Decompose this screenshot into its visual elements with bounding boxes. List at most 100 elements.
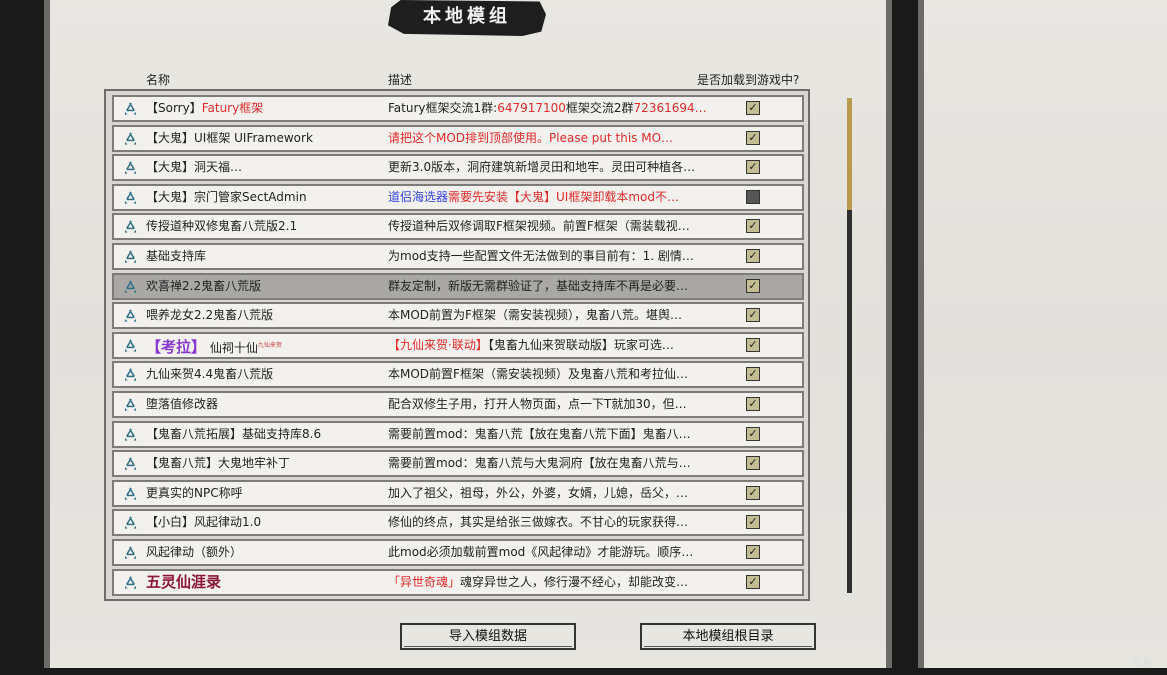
recycle-icon (123, 575, 138, 591)
mod-description: 请把这个MOD排到顶部使用。Please put this MO… (388, 127, 716, 150)
load-checkbox[interactable] (746, 189, 760, 204)
mod-row[interactable]: 【大鬼】宗门管家SectAdmin 道侣海选器需要先安装【大鬼】UI框架卸载本mo… (112, 183, 804, 211)
text-segment: 更真实的NPC称呼 (146, 485, 243, 500)
text-segment: 【Sorry】 (146, 101, 202, 115)
mod-description: 传授道种后双修调取F框架视频。前置F框架（需装载视… (388, 215, 716, 238)
mod-description: 修仙的终点，其实是给张三做嫁衣。不甘心的玩家获得… (388, 511, 716, 534)
mod-row[interactable]: 风起律动（额外） 此mod必须加载前置mod《风起律动》才能游玩。顺序… ✓ (112, 539, 804, 566)
checkmark-icon: ✓ (748, 574, 758, 588)
load-checkbox[interactable]: ✓ (746, 397, 760, 411)
text-segment: 需要先安装【大鬼】UI框架卸载本mod不… (448, 189, 679, 204)
mod-row[interactable]: 九仙来贺4.4鬼畜八荒版 本MOD前置F框架（需安装视频）及鬼畜八荒和考拉仙… ✓ (112, 361, 804, 389)
load-checkbox[interactable]: ✓ (746, 337, 760, 352)
checkmark-icon: ✓ (748, 160, 758, 174)
mod-name: 【考拉】 仙祠十仙九仙来贺 (146, 334, 282, 360)
mod-row[interactable]: 基础支持库 为mod支持一些配置文件无法做到的事目前有：1. 剧情… ✓ (112, 243, 804, 270)
load-checkbox[interactable]: ✓ (746, 515, 760, 530)
load-checkbox[interactable]: ✓ (746, 130, 760, 145)
text-segment: 堕落值修改器 (146, 397, 219, 411)
text-segment: 647917100 (497, 101, 566, 115)
mod-row[interactable]: 【鬼畜八荒】大鬼地牢补丁 需要前置mod：鬼畜八荒与大鬼洞府【放在鬼畜八荒与… ✓ (112, 450, 804, 478)
mod-row[interactable]: 堕落值修改器 配合双修生子用，打开人物页面，点一下T就加30，但… ✓ (112, 391, 804, 418)
mod-description: 此mod必须加载前置mod《风起律动》才能游玩。顺序… (388, 541, 716, 564)
checkmark-icon: ✓ (748, 545, 758, 558)
local-mod-root-button[interactable]: 本地模组根目录 (640, 623, 816, 650)
text-segment: 【鬼畜八荒】大鬼地牢补丁 (146, 456, 291, 471)
mod-row[interactable]: 【考拉】 仙祠十仙九仙来贺 【九仙来贺·联动】【鬼畜九仙来贺联动版】玩家可选… ✓ (112, 331, 804, 360)
mod-name: 传授道种双修鬼畜八荒版2.1 (146, 215, 297, 238)
text-segment: 五灵仙涯录 (146, 572, 222, 591)
page-title: 本地模组 (388, 0, 546, 36)
mod-name: 【鬼畜八荒拓展】基础支持库8.6 (146, 423, 321, 446)
text-segment: 传授道种双修鬼畜八荒版2.1 (146, 219, 298, 234)
text-segment: 为mod支持一些配置文件无法做到的事目前有：1. 剧情… (388, 249, 694, 263)
text-segment: 【大鬼】UI框架 UIFramework (146, 130, 313, 145)
recycle-icon (123, 250, 138, 265)
mod-row[interactable]: 【鬼畜八荒拓展】基础支持库8.6 需要前置mod：鬼畜八荒【放在鬼畜八荒下面】鬼畜… (112, 420, 804, 448)
mod-name: 基础支持库 (146, 245, 206, 268)
mod-description: Fatury框架交流1群:647917100框架交流2群72361694… (388, 97, 716, 120)
text-segment: 「异世奇魂」 (388, 574, 461, 589)
text-segment: 道侣海选器 (388, 189, 449, 204)
load-checkbox[interactable]: ✓ (746, 308, 760, 323)
load-checkbox[interactable]: ✓ (746, 545, 760, 559)
recycle-icon (123, 309, 138, 324)
load-checkbox[interactable]: ✓ (746, 574, 760, 589)
mod-name: 欢喜禅2.2鬼畜八荒版 (146, 275, 261, 298)
checkmark-icon: ✓ (748, 367, 758, 381)
mod-description: 【九仙来贺·联动】【鬼畜九仙来贺联动版】玩家可选… (388, 334, 716, 357)
mod-description: 本MOD前置为F框架（需安装视频），鬼畜八荒。堪舆… (388, 304, 716, 327)
checkmark-icon: ✓ (748, 101, 758, 114)
checkmark-icon: ✓ (748, 278, 758, 292)
text-segment: 基础支持库 (146, 249, 207, 263)
mod-row[interactable]: 更真实的NPC称呼 加入了祖父，祖母，外公，外婆，女婿，儿媳，岳父，… ✓ (112, 479, 804, 507)
mod-description: 需要前置mod：鬼畜八荒与大鬼洞府【放在鬼畜八荒与… (388, 452, 716, 475)
text-segment: Fatury框架 (201, 101, 264, 115)
import-mod-data-button[interactable]: 导入模组数据 (400, 623, 576, 650)
mod-row[interactable]: 喂养龙女2.2鬼畜八荒版 本MOD前置为F框架（需安装视频），鬼畜八荒。堪舆… ✓ (112, 302, 804, 330)
text-segment: 72361694… (633, 101, 707, 115)
load-checkbox[interactable]: ✓ (746, 219, 760, 234)
recycle-icon (123, 339, 138, 354)
load-checkbox[interactable]: ✓ (746, 456, 760, 471)
mod-name: 风起律动（额外） (146, 541, 242, 564)
load-checkbox[interactable]: ✓ (746, 367, 760, 382)
recycle-icon (123, 398, 138, 413)
mod-row[interactable]: 【Sorry】Fatury框架 Fatury框架交流1群:647917100框架交… (112, 95, 804, 122)
mod-description: 本MOD前置F框架（需安装视频）及鬼畜八荒和考拉仙… (388, 363, 716, 386)
mod-row[interactable]: 【大鬼】洞天福… 更新3.0版本，洞府建筑新增灵田和地牢。灵田可种植各… ✓ (112, 154, 804, 182)
checkmark-icon: ✓ (748, 219, 758, 233)
checkmark-icon: ✓ (748, 130, 758, 144)
recycle-icon (123, 427, 138, 443)
text-segment: 【大鬼】宗门管家SectAdmin (146, 189, 307, 204)
recycle-icon (123, 220, 138, 235)
mod-list: 【Sorry】Fatury框架 Fatury框架交流1群:647917100框架交… (104, 89, 810, 601)
mod-description: 道侣海选器需要先安装【大鬼】UI框架卸载本mod不… (388, 186, 716, 209)
mod-name: 【大鬼】宗门管家SectAdmin (146, 186, 307, 209)
mod-description: 需要前置mod：鬼畜八荒【放在鬼畜八荒下面】鬼畜八… (388, 423, 716, 446)
scrollbar-thumb[interactable] (847, 98, 852, 210)
mod-row[interactable]: 欢喜禅2.2鬼畜八荒版 群友定制，新版无需群验证了，基础支持库不再是必要… ✓ (112, 272, 804, 300)
text-segment: 本MOD前置F框架（需安装视频）及鬼畜八荒和考拉仙… (388, 367, 688, 382)
header-description: 描述 (388, 73, 413, 87)
mod-row[interactable]: 传授道种双修鬼畜八荒版2.1 传授道种后双修调取F框架视频。前置F框架（需装载视…… (112, 213, 804, 241)
mod-description: 群友定制，新版无需群验证了，基础支持库不再是必要… (388, 275, 716, 298)
recycle-icon (123, 368, 138, 383)
mod-row[interactable]: 【大鬼】UI框架 UIFramework 请把这个MOD排到顶部使用。Please… (112, 124, 804, 152)
load-checkbox[interactable]: ✓ (746, 426, 760, 441)
text-segment: 此mod必须加载前置mod《风起律动》才能游玩。顺序… (388, 545, 694, 559)
load-checkbox[interactable]: ✓ (746, 249, 760, 263)
load-checkbox[interactable]: ✓ (746, 101, 760, 115)
recycle-icon (123, 191, 138, 206)
mod-row[interactable]: 【小白】风起律动1.0 修仙的终点，其实是给张三做嫁衣。不甘心的玩家获得… ✓ (112, 509, 804, 537)
load-checkbox[interactable]: ✓ (746, 160, 760, 175)
text-segment: 本MOD前置为F框架（需安装视频），鬼畜八荒。堪舆… (388, 308, 682, 323)
mod-row[interactable]: 五灵仙涯录 「异世奇魂」魂穿异世之人，修行漫不经心，却能改变… ✓ (112, 568, 804, 596)
load-checkbox[interactable]: ✓ (746, 278, 760, 293)
load-checkbox[interactable]: ✓ (746, 485, 760, 500)
checkmark-icon: ✓ (748, 456, 758, 470)
mod-name: 【Sorry】Fatury框架 (146, 97, 263, 120)
text-segment: 需要前置mod：鬼畜八荒【放在鬼畜八荒下面】鬼畜八… (388, 426, 691, 441)
checkmark-icon: ✓ (748, 249, 758, 262)
mod-name: 五灵仙涯录 (146, 571, 221, 595)
